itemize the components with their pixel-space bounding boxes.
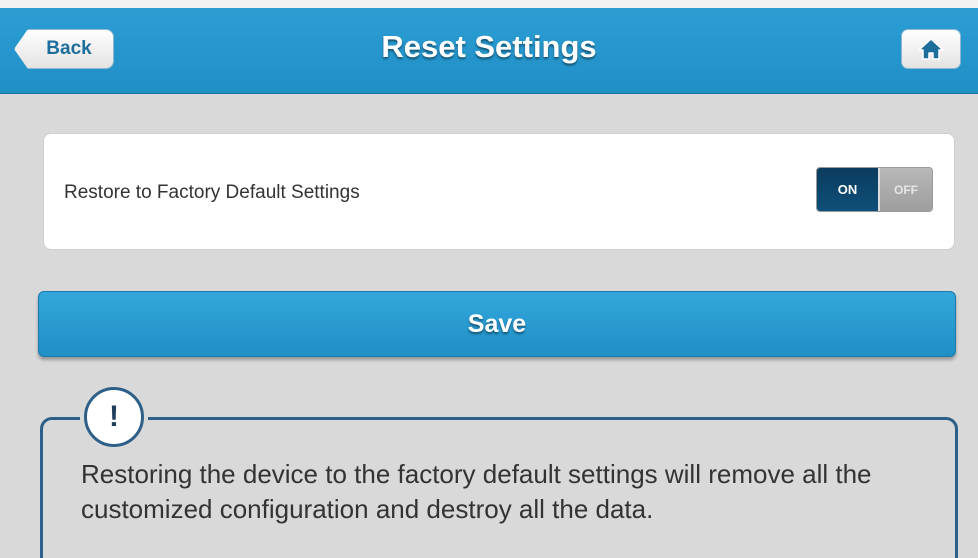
warning-message: Restoring the device to the factory defa… bbox=[81, 459, 872, 524]
status-strip bbox=[0, 0, 978, 8]
restore-default-label: Restore to Factory Default Settings bbox=[64, 182, 360, 203]
restore-setting-card: Restore to Factory Default Settings ON O… bbox=[43, 133, 955, 250]
warning-icon-holder: ! bbox=[80, 387, 148, 447]
home-button[interactable] bbox=[901, 29, 961, 69]
save-button-label: Save bbox=[467, 309, 527, 338]
reset-settings-screen: Back Reset Settings Restore to Factory D… bbox=[0, 0, 978, 558]
back-button-label: Back bbox=[46, 38, 92, 59]
exclamation-icon: ! bbox=[84, 387, 144, 447]
toggle-off-segment[interactable]: OFF bbox=[878, 168, 932, 211]
header-bar: Back Reset Settings bbox=[0, 0, 978, 94]
toggle-on-segment[interactable]: ON bbox=[817, 168, 878, 211]
save-button[interactable]: Save bbox=[38, 291, 956, 357]
home-icon bbox=[918, 38, 944, 60]
page-title: Reset Settings bbox=[381, 29, 597, 64]
restore-default-toggle[interactable]: ON OFF bbox=[816, 167, 933, 212]
back-button[interactable]: Back bbox=[14, 29, 114, 69]
